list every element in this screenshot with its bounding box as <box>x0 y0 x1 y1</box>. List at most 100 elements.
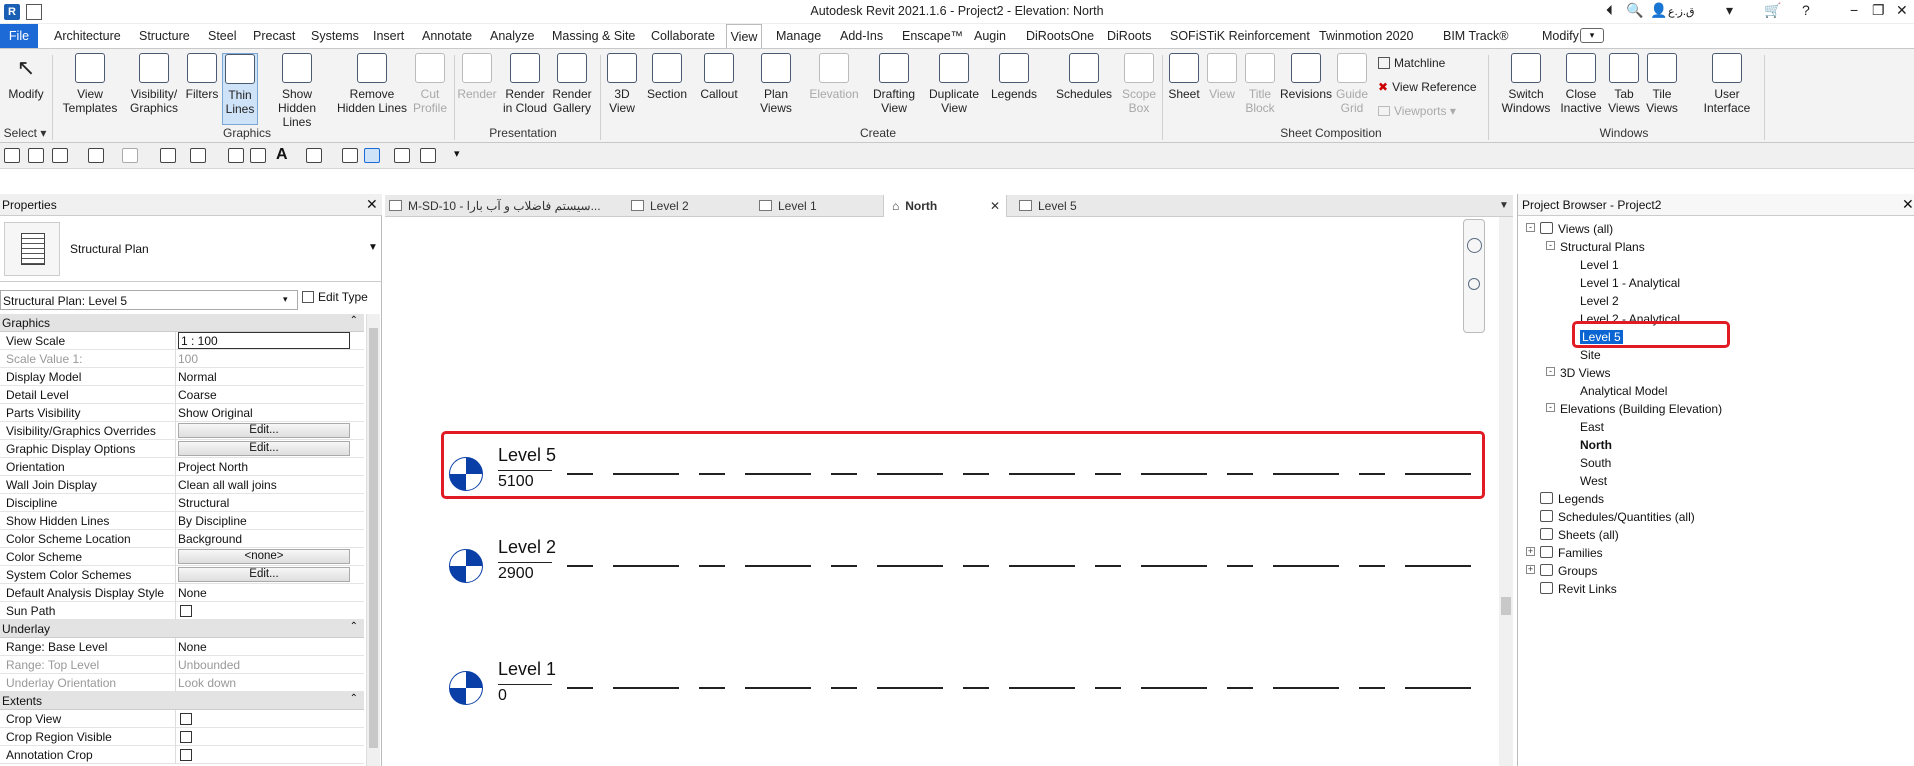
expand-toggle-icon[interactable]: + <box>1526 565 1535 574</box>
view-tab-close-icon[interactable]: ✕ <box>990 195 1000 217</box>
render-gallery-button[interactable]: Render Gallery <box>548 53 596 115</box>
tab-analyze[interactable]: Analyze <box>488 24 536 48</box>
undo-icon[interactable] <box>88 148 104 163</box>
property-value[interactable]: Coarse <box>178 388 217 402</box>
section-tool-icon[interactable] <box>342 148 358 163</box>
edit-type-button[interactable]: Edit Type <box>302 290 380 310</box>
expand-toggle-icon[interactable]: - <box>1546 367 1555 376</box>
property-value[interactable]: Normal <box>178 370 217 384</box>
expand-toggle-icon[interactable]: - <box>1546 403 1555 412</box>
legends-button[interactable]: Legends <box>988 53 1040 101</box>
collapse-icon[interactable]: ⌃ <box>350 315 358 326</box>
tab-enscape[interactable]: Enscape™ <box>900 24 965 48</box>
tab-views-button[interactable]: Tab Views <box>1606 53 1642 115</box>
user-icon[interactable]: 👤 <box>1650 2 1667 19</box>
save-icon[interactable] <box>28 148 44 163</box>
browser-node[interactable]: Legends <box>1558 492 1604 506</box>
duplicate-view-button[interactable]: Duplicate View <box>926 53 982 115</box>
modify-button[interactable]: ↖ Modify <box>4 53 48 101</box>
browser-node[interactable]: Families <box>1558 546 1603 560</box>
sync-icon[interactable] <box>52 148 68 163</box>
properties-scrollbar[interactable] <box>366 314 380 766</box>
info-center-icon[interactable]: ⏴ <box>1606 2 1613 19</box>
tab-architecture[interactable]: Architecture <box>52 24 123 48</box>
cut-profile-button[interactable]: Cut Profile <box>410 53 450 115</box>
browser-node[interactable]: Level 1 - Analytical <box>1580 276 1680 290</box>
browser-node[interactable]: Views (all) <box>1558 222 1613 236</box>
browser-node[interactable]: Sheets (all) <box>1558 528 1619 542</box>
property-value[interactable]: Show Original <box>178 406 253 420</box>
browser-node[interactable]: South <box>1580 456 1611 470</box>
dimension-icon[interactable] <box>228 148 244 163</box>
tab-steel[interactable]: Steel <box>206 24 239 48</box>
tab-precast[interactable]: Precast <box>251 24 297 48</box>
tab-add-ins[interactable]: Add-Ins <box>838 24 885 48</box>
plan-views-button[interactable]: Plan Views <box>756 53 796 115</box>
user-name[interactable]: ق.ز.ع <box>1668 5 1695 18</box>
3d-view-button[interactable]: 3D View <box>604 53 640 115</box>
expand-toggle-icon[interactable]: - <box>1546 241 1555 250</box>
close-hidden-icon[interactable] <box>394 148 410 163</box>
level-elevation[interactable]: 2900 <box>498 565 534 583</box>
redo-icon[interactable] <box>122 148 138 163</box>
thin-lines-button[interactable]: Thin Lines <box>222 53 258 125</box>
view-tab-level-5[interactable]: Level 5 <box>1019 195 1077 217</box>
scrollbar-thumb[interactable] <box>369 328 378 748</box>
property-value[interactable]: None <box>178 640 207 654</box>
ribbon-options-icon[interactable]: ▾ <box>1580 28 1604 43</box>
sheet-button[interactable]: Sheet <box>1164 53 1204 101</box>
tab-bim-track[interactable]: BIM Track® <box>1441 24 1510 48</box>
browser-node[interactable]: Analytical Model <box>1580 384 1667 398</box>
tab-collaborate[interactable]: Collaborate <box>649 24 717 48</box>
visibility-graphics-button[interactable]: Visibility/Graphics <box>126 53 182 115</box>
tab-modify[interactable]: Modify <box>1540 24 1581 48</box>
property-checkbox[interactable] <box>180 731 192 743</box>
property-group-extents[interactable]: Extents ⌃ <box>0 692 364 710</box>
view-templates-button[interactable]: View Templates <box>62 53 118 115</box>
matchline-button[interactable]: Matchline <box>1378 56 1445 70</box>
browser-node[interactable]: Elevations (Building Elevation) <box>1560 402 1722 416</box>
tab-diroots[interactable]: DiRoots <box>1105 24 1153 48</box>
measure-icon[interactable] <box>190 148 206 163</box>
property-edit-button[interactable]: Edit... <box>178 441 350 456</box>
revisions-button[interactable]: Revisions <box>1280 53 1332 101</box>
title-block-button[interactable]: Title Block <box>1242 53 1278 115</box>
close-inactive-button[interactable]: Close Inactive <box>1558 53 1604 115</box>
browser-node[interactable]: 3D Views <box>1560 366 1610 380</box>
show-hidden-lines-button[interactable]: Show Hidden Lines <box>262 53 332 129</box>
customize-toolbar-icon[interactable]: ▾ <box>454 147 460 160</box>
text-icon[interactable]: A <box>276 146 288 164</box>
callout-button[interactable]: Callout <box>696 53 742 101</box>
browser-node[interactable]: Schedules/Quantities (all) <box>1558 510 1695 524</box>
browser-node[interactable]: Groups <box>1558 564 1597 578</box>
browser-node[interactable]: Level 2 <box>1580 294 1619 308</box>
minimize-icon[interactable]: − <box>1850 2 1858 18</box>
type-dropdown-icon[interactable]: ▼ <box>368 242 378 253</box>
tag-icon[interactable] <box>250 148 266 163</box>
tab-systems[interactable]: Systems <box>309 24 361 48</box>
user-interface-button[interactable]: User Interface <box>1696 53 1758 115</box>
browser-node[interactable]: West <box>1580 474 1607 488</box>
property-edit-button[interactable]: Edit... <box>178 423 350 438</box>
tab-insert[interactable]: Insert <box>371 24 406 48</box>
tab-structure[interactable]: Structure <box>137 24 192 48</box>
viewports-button[interactable]: Viewports ▾ <box>1378 104 1456 118</box>
property-checkbox[interactable] <box>180 749 192 761</box>
browser-node[interactable]: Site <box>1580 348 1601 362</box>
filters-button[interactable]: Filters <box>184 53 220 101</box>
print-icon[interactable] <box>160 148 176 163</box>
canvas-scroll-thumb[interactable] <box>1501 597 1511 615</box>
canvas-scrollbar[interactable] <box>1499 217 1513 766</box>
tab-view[interactable]: View <box>726 24 762 49</box>
instance-selector[interactable]: Structural Plan: Level 5 ▾ <box>0 290 298 310</box>
browser-node[interactable]: Structural Plans <box>1560 240 1645 254</box>
remove-hidden-lines-button[interactable]: Remove Hidden Lines <box>336 53 408 115</box>
cart-icon[interactable]: 🛒 <box>1764 2 1781 19</box>
steering-wheel-icon[interactable] <box>1467 238 1482 253</box>
scope-box-button[interactable]: Scope Box <box>1120 53 1158 115</box>
property-group-graphics[interactable]: Graphics ⌃ <box>0 314 364 332</box>
view-tabs-menu-icon[interactable]: ▼ <box>1499 195 1509 217</box>
property-checkbox[interactable] <box>180 605 192 617</box>
property-edit-button[interactable]: Edit... <box>178 567 350 582</box>
thin-lines-toggle-icon[interactable] <box>364 148 380 163</box>
